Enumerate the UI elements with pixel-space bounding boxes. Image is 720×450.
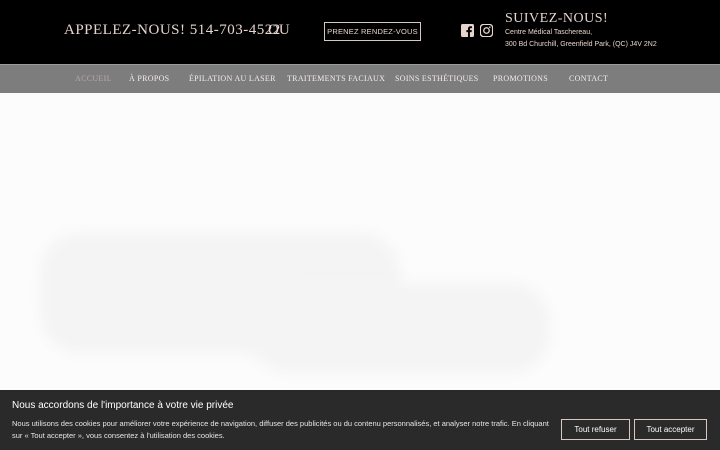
nav-item-traitements-faciaux[interactable]: TRAITEMENTS FACIAUX bbox=[287, 74, 385, 83]
cookie-banner: Nous accordons de l'importance à votre v… bbox=[0, 390, 720, 450]
hero-background-shape bbox=[250, 283, 550, 373]
facebook-icon[interactable] bbox=[461, 24, 474, 37]
nav-item-epilation-laser[interactable]: ÉPILATION AU LASER bbox=[189, 74, 276, 83]
cookie-title: Nous accordons de l'importance à votre v… bbox=[12, 400, 234, 411]
top-bar: APPELEZ-NOUS! 514-703-4522 OU PRENEZ REN… bbox=[0, 0, 720, 64]
address-line-2: 300 Bd Churchill, Greenfield Park, (QC) … bbox=[505, 41, 657, 48]
nav-item-a-propos[interactable]: À PROPOS bbox=[129, 74, 169, 83]
appointment-button[interactable]: PRENEZ RENDEZ-VOUS bbox=[324, 22, 421, 41]
nav-item-accueil[interactable]: ACCUEIL bbox=[75, 74, 112, 83]
follow-us-title: SUIVEZ-NOUS! bbox=[505, 11, 609, 26]
accept-all-button[interactable]: Tout accepter bbox=[634, 419, 707, 440]
or-label: OU bbox=[268, 22, 290, 38]
hero-banner bbox=[0, 93, 720, 390]
nav-item-promotions[interactable]: PROMOTIONS bbox=[493, 74, 548, 83]
nav-item-soins-esthetiques[interactable]: SOINS ESTHÉTIQUES bbox=[395, 74, 479, 83]
instagram-icon[interactable] bbox=[480, 24, 493, 37]
phone-call-label[interactable]: APPELEZ-NOUS! 514-703-4522 bbox=[64, 22, 281, 39]
refuse-all-button[interactable]: Tout refuser bbox=[561, 419, 630, 440]
nav-item-contact[interactable]: CONTACT bbox=[569, 74, 608, 83]
main-nav: ACCUEIL À PROPOS ÉPILATION AU LASER TRAI… bbox=[0, 64, 720, 93]
cookie-text: Nous utilisons des cookies pour améliore… bbox=[12, 419, 549, 440]
address-line-1: Centre Médical Taschereau, bbox=[505, 29, 593, 36]
social-links bbox=[461, 24, 493, 37]
